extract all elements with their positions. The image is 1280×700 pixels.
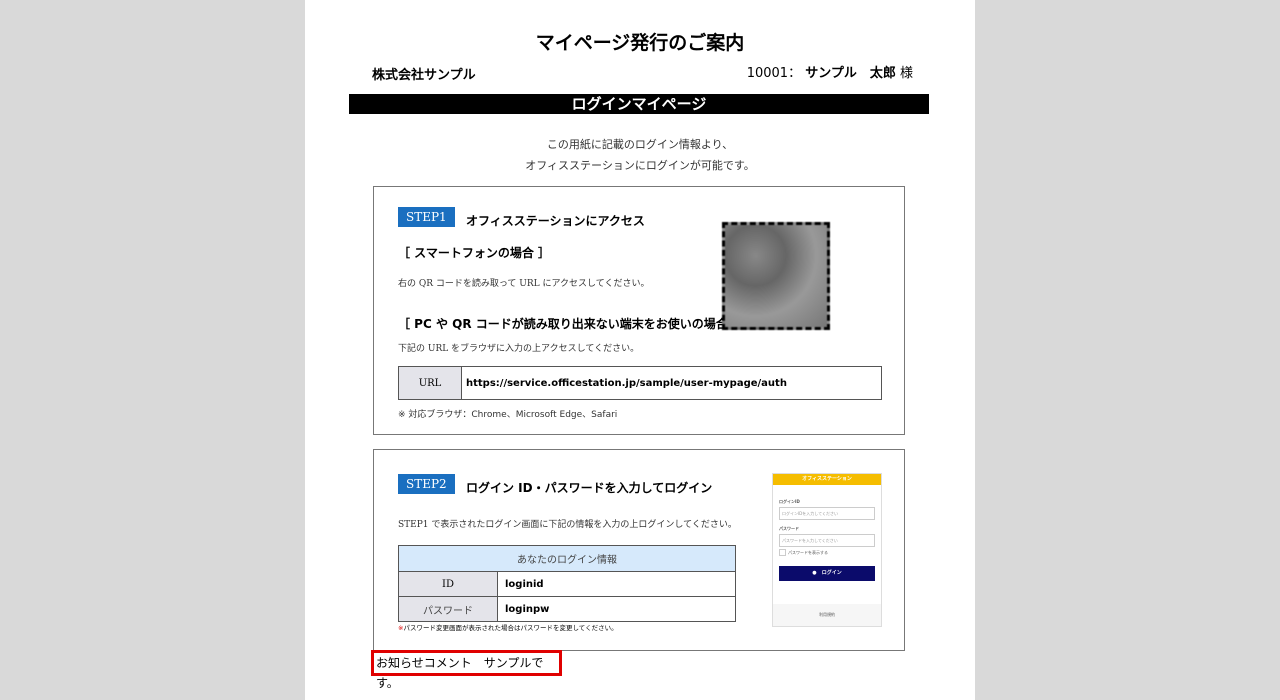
- recipient-honorific: 様: [899, 66, 913, 81]
- mock-show-pw-label: パスワードを表示する: [788, 549, 828, 555]
- login-screen-mockup: オフィスステーション ログインID ログインIDを入力してください パスワード …: [772, 473, 882, 627]
- step2-badge: STEP2: [398, 474, 455, 494]
- smartphone-heading: ［ スマートフォンの場合 ］: [398, 246, 550, 260]
- intro-line: この用紙に記載のログイン情報より、: [546, 138, 734, 151]
- mock-footer: 利用規約: [773, 604, 881, 626]
- step1-title: オフィスステーションにアクセス: [466, 214, 645, 228]
- mock-header: オフィスステーション: [773, 474, 881, 485]
- document-page: マイページ発行のご案内 株式会社サンプル 10001： サンプル 太郎 様 ログ…: [305, 0, 975, 700]
- intro-text: この用紙に記載のログイン情報より、 オフィスステーションにログインが可能です。: [305, 134, 975, 176]
- mock-id-label: ログインID: [779, 499, 800, 504]
- mock-login-label: ログイン: [821, 570, 842, 576]
- pc-text: 下記の URL をブラウザに入力の上アクセスしてください。: [398, 344, 640, 354]
- row-value: loginpw: [497, 596, 736, 622]
- qr-code[interactable]: [722, 222, 830, 330]
- note-text: パスワード変更画面が表示された場合はパスワードを変更してください。: [403, 624, 618, 632]
- pc-heading: ［ PC や QR コードが読み取り出来ない端末をお使いの場合 ］: [398, 317, 744, 331]
- recipient-name: サンプル 太郎: [805, 66, 896, 81]
- login-table-header: あなたのログイン情報: [398, 545, 736, 572]
- checkbox-icon: [779, 549, 786, 556]
- section-banner: ログインマイページ: [349, 94, 929, 114]
- step1-box: STEP1 オフィスステーションにアクセス ［ スマートフォンの場合 ］ 右の …: [373, 186, 905, 435]
- mock-pw-input: パスワードを入力してください: [779, 534, 875, 547]
- mock-login-button: ● ログイン: [779, 566, 875, 581]
- step2-instruction: STEP1 で表示されたログイン画面に下記の情報を入力の上ログインしてください。: [398, 520, 737, 530]
- table-row: ID loginid: [398, 571, 736, 597]
- row-label: パスワード: [398, 596, 498, 622]
- recipient-id: 10001：: [746, 66, 802, 81]
- step2-box: STEP2 ログイン ID・パスワードを入力してログイン STEP1 で表示され…: [373, 449, 905, 651]
- mock-id-input: ログインIDを入力してください: [779, 507, 875, 520]
- mock-pw-label: パスワード: [779, 526, 799, 531]
- company-name: 株式会社サンプル: [372, 68, 476, 83]
- row-label: ID: [398, 571, 498, 597]
- url-link[interactable]: https://service.officestation.jp/sample/…: [461, 366, 882, 400]
- table-row: パスワード loginpw: [398, 596, 736, 622]
- smartphone-text: 右の QR コードを読み取って URL にアクセスしてください。: [398, 279, 650, 289]
- step2-title: ログイン ID・パスワードを入力してログイン: [466, 481, 713, 495]
- step1-badge: STEP1: [398, 207, 455, 227]
- intro-line: オフィスステーションにログインが可能です。: [525, 159, 755, 172]
- supported-browsers: ※ 対応ブラウザ：Chrome、Microsoft Edge、Safari: [398, 410, 618, 420]
- url-label: URL: [398, 366, 462, 400]
- mock-show-pw: パスワードを表示する: [779, 549, 875, 556]
- row-value: loginid: [497, 571, 736, 597]
- notice-comment: お知らせコメント サンプルです。: [371, 650, 562, 690]
- login-info-table: あなたのログイン情報 ID loginid パスワード loginpw: [398, 545, 736, 622]
- page-title: マイページ発行のご案内: [535, 32, 745, 54]
- user-icon: ●: [812, 570, 817, 576]
- url-table: URL https://service.officestation.jp/sam…: [398, 366, 882, 400]
- password-note: ※パスワード変更画面が表示された場合はパスワードを変更してください。: [398, 622, 618, 632]
- recipient: 10001： サンプル 太郎 様: [747, 62, 913, 81]
